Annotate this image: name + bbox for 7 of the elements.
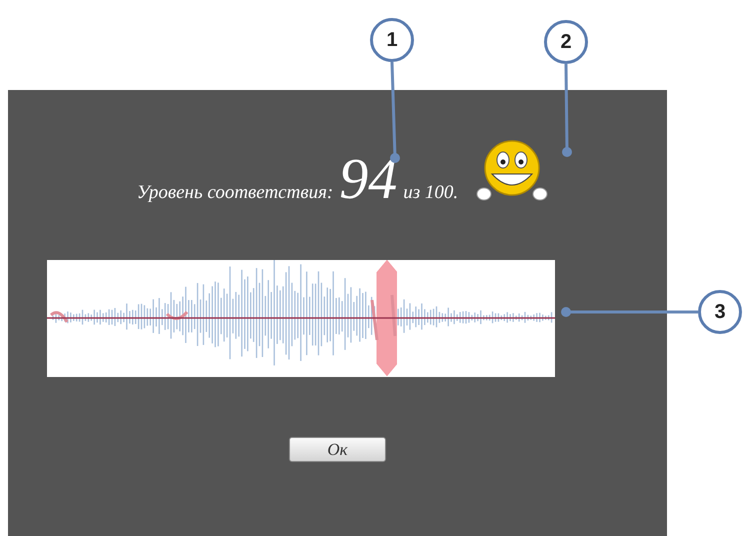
score-suffix: из 100.: [403, 182, 458, 204]
callout-badge: 3: [698, 290, 742, 334]
callout-badge: 2: [544, 20, 588, 64]
callout-badge: 1: [370, 18, 414, 62]
score-value: 94: [339, 150, 398, 208]
ok-button[interactable]: Ок: [289, 437, 386, 462]
score-label: Уровень соответствия:: [136, 182, 334, 204]
